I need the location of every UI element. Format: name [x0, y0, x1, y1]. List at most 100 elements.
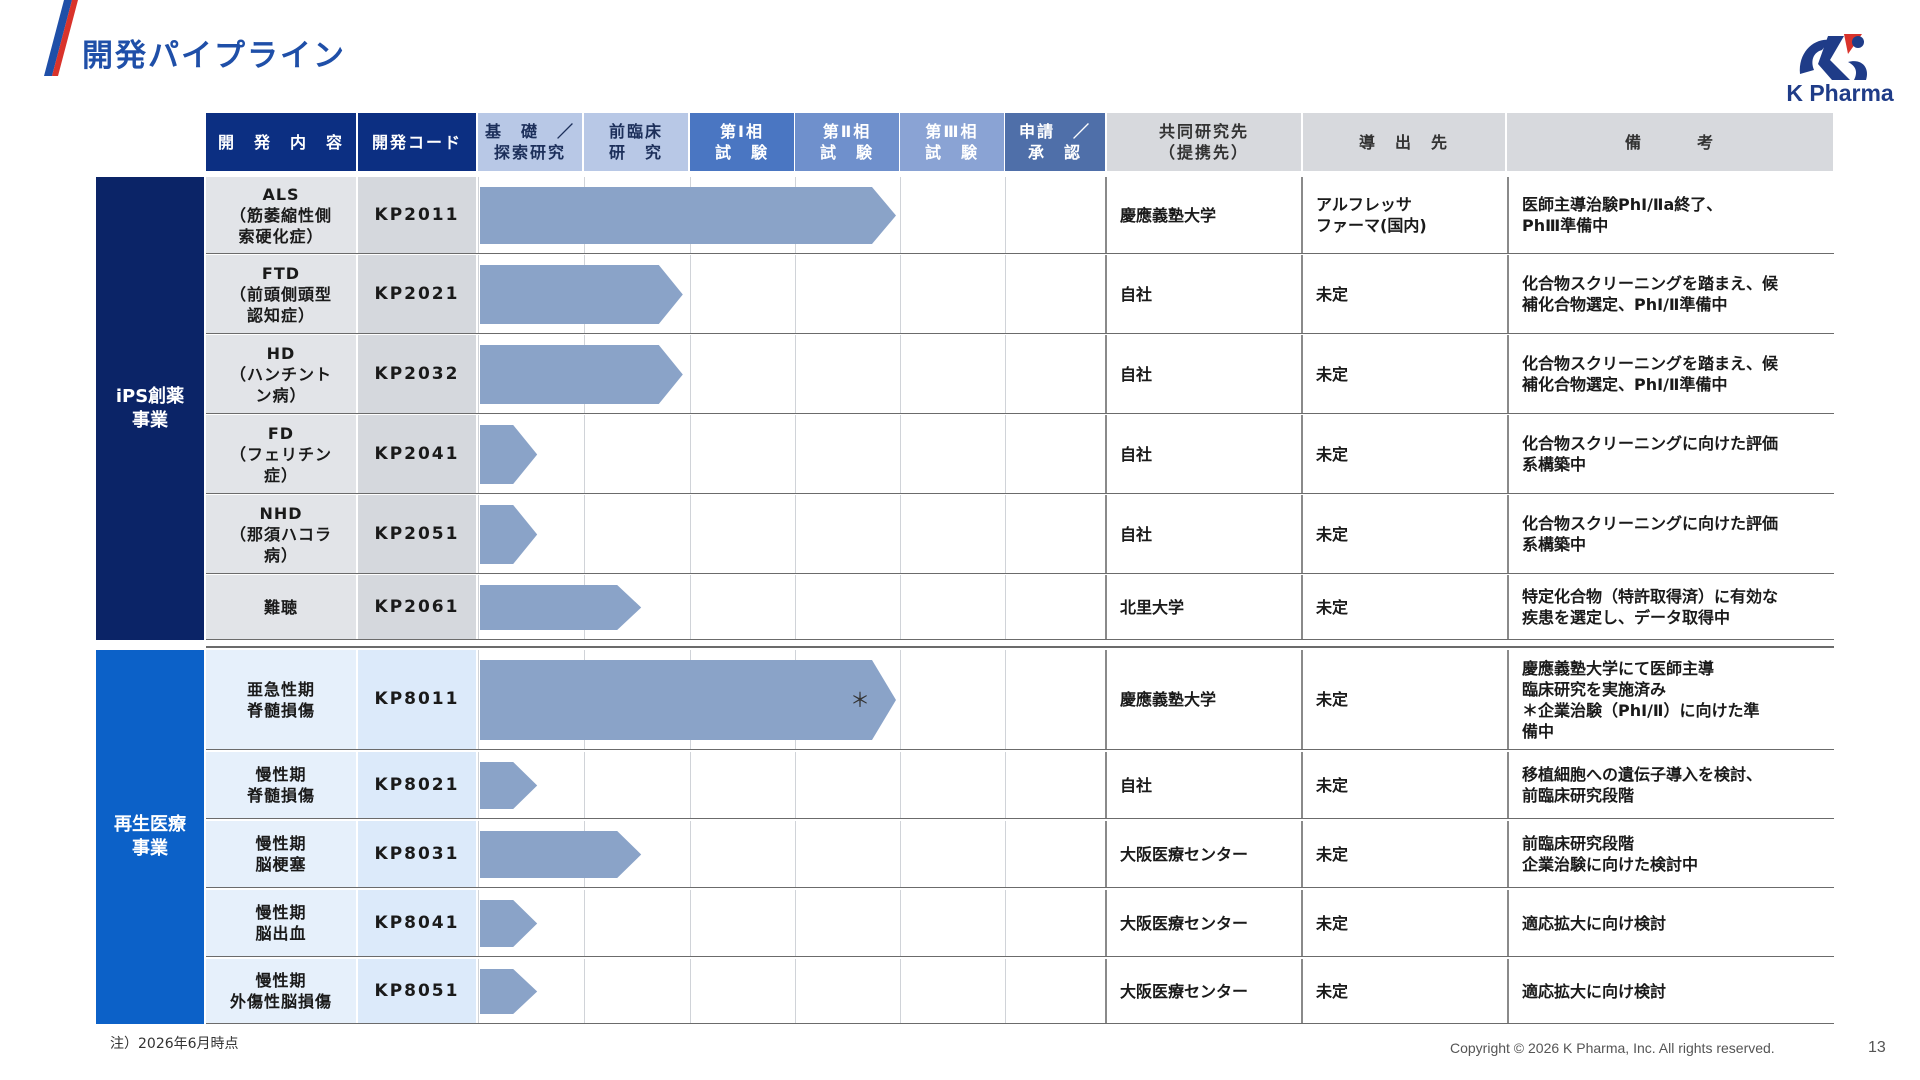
table-row: 慢性期 脳出血 KP8041 大阪医療センター 未定 適応拡大に向け検討	[206, 890, 1834, 957]
row-dev-code: KP8041	[358, 890, 476, 956]
grid-line	[900, 177, 901, 253]
grid-line	[584, 752, 585, 818]
row-indication: HD （ハンチント ン病）	[206, 335, 356, 413]
header-s2: 前臨床 研 究	[584, 113, 688, 171]
grid-line	[690, 575, 691, 639]
header-s6: 申請 ／ 承 認	[1005, 113, 1105, 171]
row-dev-code: KP8031	[358, 821, 476, 887]
row-indication: 慢性期 外傷性脳損傷	[206, 959, 356, 1023]
row-indication: FD （フェリチン 症）	[206, 415, 356, 493]
grid-line	[690, 959, 691, 1023]
row-partner: 大阪医療センター	[1120, 981, 1249, 1001]
grid-line	[795, 415, 796, 493]
title-accent-slash	[44, 0, 78, 76]
group-label-regenerative: 再生医療 事業	[96, 650, 204, 1024]
grid-line	[1005, 415, 1006, 493]
row-licensee: アルフレッサ ファーマ(国内)	[1316, 195, 1427, 235]
grid-line	[1507, 335, 1509, 413]
grid-line	[1301, 335, 1303, 413]
row-partner: 大阪医療センター	[1120, 913, 1249, 933]
row-notes: 慶應義塾大学にて医師主導 臨床研究を実施済み ＊企業治験（PhⅠ/Ⅱ）に向けた準…	[1522, 658, 1760, 741]
grid-line	[1005, 890, 1006, 956]
row-dev-code: KP2061	[358, 575, 476, 639]
row-notes: 適応拡大に向け検討	[1522, 913, 1667, 933]
row-licensee: 未定	[1316, 844, 1349, 864]
grid-line	[690, 415, 691, 493]
grid-line	[1105, 752, 1107, 818]
row-notes: 化合物スクリーニングを踏まえ、候 補化合物選定、PhⅠ/Ⅱ準備中	[1522, 274, 1779, 314]
grid-line	[900, 415, 901, 493]
grid-line	[1301, 752, 1303, 818]
row-dev-code: KP2032	[358, 335, 476, 413]
grid-line	[795, 495, 796, 573]
grid-line	[478, 255, 479, 333]
grid-line	[478, 177, 479, 253]
grid-line	[1507, 415, 1509, 493]
grid-line	[1005, 177, 1006, 253]
grid-line	[1507, 255, 1509, 333]
brand-name: K Pharma	[1786, 80, 1894, 106]
grid-line	[1005, 752, 1006, 818]
row-partner: 北里大学	[1120, 597, 1185, 617]
row-licensee: 未定	[1316, 444, 1349, 464]
row-indication: 難聴	[206, 575, 356, 639]
grid-line	[1005, 575, 1006, 639]
grid-line	[900, 575, 901, 639]
page-title: 開発パイプライン	[82, 38, 346, 74]
row-dev-code: KP2051	[358, 495, 476, 573]
grid-line	[1005, 495, 1006, 573]
row-notes: 化合物スクリーニングに向けた評価 系構築中	[1522, 514, 1779, 554]
grid-line	[1507, 821, 1509, 887]
grid-line	[1301, 255, 1303, 333]
table-row: 慢性期 脊髄損傷 KP8021 自社 未定 移植細胞への遺伝子導入を検討、 前臨床研究段…	[206, 752, 1834, 819]
grid-line	[795, 890, 796, 956]
grid-line	[584, 821, 585, 887]
grid-line	[478, 821, 479, 887]
grid-line	[1105, 415, 1107, 493]
grid-line	[478, 752, 479, 818]
row-indication: 亜急性期 脊髄損傷	[206, 650, 356, 749]
row-partner: 自社	[1120, 775, 1153, 795]
grid-line	[584, 415, 585, 493]
grid-line	[478, 650, 479, 749]
header-s4: 第Ⅱ相 試 験	[795, 113, 899, 171]
row-partner: 大阪医療センター	[1120, 844, 1249, 864]
row-dev-code: KP2041	[358, 415, 476, 493]
grid-line	[1507, 495, 1509, 573]
row-licensee: 未定	[1316, 981, 1349, 1001]
grid-line	[1507, 752, 1509, 818]
grid-line	[584, 255, 585, 333]
row-dev-code: KP2011	[358, 177, 476, 253]
grid-line	[690, 752, 691, 818]
row-notes: 特定化合物（特許取得済）に有効な 疾患を選定し、データ取得中	[1522, 587, 1779, 627]
grid-line	[795, 177, 796, 253]
row-notes: 医師主導治験PhⅠ/Ⅱa終了、 PhⅢ準備中	[1522, 195, 1723, 235]
grid-line	[1301, 959, 1303, 1023]
header-licensee: 導 出 先	[1303, 113, 1505, 171]
grid-line	[1507, 575, 1509, 639]
row-notes: 前臨床研究段階 企業治験に向けた検討中	[1522, 834, 1699, 874]
grid-line	[1301, 495, 1303, 573]
grid-line	[1005, 650, 1006, 749]
grid-line	[1105, 650, 1107, 749]
grid-line	[478, 959, 479, 1023]
row-partner: 自社	[1120, 524, 1153, 544]
grid-line	[1507, 650, 1509, 749]
grid-line	[1507, 890, 1509, 956]
grid-line	[478, 335, 479, 413]
grid-line	[900, 335, 901, 413]
row-partner: 自社	[1120, 364, 1153, 384]
row-licensee: 未定	[1316, 913, 1349, 933]
grid-line	[1507, 177, 1509, 253]
grid-line	[900, 255, 901, 333]
table-row: FTD （前頭側頭型 認知症） KP2021 自社 未定 化合物スクリーニングを踏まえ、…	[206, 255, 1834, 334]
table-row: 難聴 KP2061 北里大学 未定 特定化合物（特許取得済）に有効な 疾患を選定し、デー…	[206, 575, 1834, 640]
row-notes: 移植細胞への遺伝子導入を検討、 前臨床研究段階	[1522, 765, 1763, 805]
grid-line	[584, 177, 585, 253]
row-dev-code: KP2021	[358, 255, 476, 333]
row-dev-code: KP8051	[358, 959, 476, 1023]
grid-line	[1105, 959, 1107, 1023]
grid-line	[584, 650, 585, 749]
row-licensee: 未定	[1316, 690, 1349, 709]
header-code: 開発コード	[358, 113, 476, 171]
